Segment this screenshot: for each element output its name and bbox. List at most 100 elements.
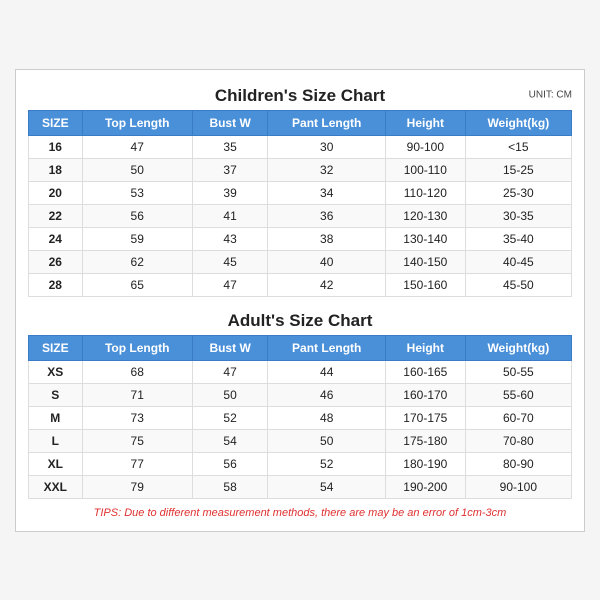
table-cell: 75 — [82, 429, 192, 452]
tips-text: TIPS: Due to different measurement metho… — [28, 507, 572, 519]
col-pant-length: Pant Length — [268, 110, 386, 135]
adult-col-top-length: Top Length — [82, 335, 192, 360]
table-cell: 24 — [29, 227, 83, 250]
adult-col-weight: Weight(kg) — [465, 335, 571, 360]
table-cell: 25-30 — [465, 181, 571, 204]
table-cell: 20 — [29, 181, 83, 204]
table-cell: 79 — [82, 475, 192, 498]
table-cell: L — [29, 429, 83, 452]
children-header-row: SIZE Top Length Bust W Pant Length Heigh… — [29, 110, 572, 135]
table-cell: 130-140 — [386, 227, 466, 250]
table-cell: XXL — [29, 475, 83, 498]
table-cell: 45-50 — [465, 273, 571, 296]
table-row: 28654742150-16045-50 — [29, 273, 572, 296]
table-cell: 47 — [192, 360, 268, 383]
table-row: 18503732100-11015-25 — [29, 158, 572, 181]
table-cell: 44 — [268, 360, 386, 383]
table-cell: 26 — [29, 250, 83, 273]
table-cell: 150-160 — [386, 273, 466, 296]
table-cell: 54 — [268, 475, 386, 498]
table-row: 24594338130-14035-40 — [29, 227, 572, 250]
table-cell: 35 — [192, 135, 268, 158]
table-cell: 160-170 — [386, 383, 466, 406]
table-cell: 18 — [29, 158, 83, 181]
adult-header-row: SIZE Top Length Bust W Pant Length Heigh… — [29, 335, 572, 360]
table-cell: 100-110 — [386, 158, 466, 181]
table-cell: 43 — [192, 227, 268, 250]
adult-body: XS684744160-16550-55S715046160-17055-60M… — [29, 360, 572, 498]
col-size: SIZE — [29, 110, 83, 135]
table-row: 22564136120-13030-35 — [29, 204, 572, 227]
table-cell: 28 — [29, 273, 83, 296]
table-cell: 40 — [268, 250, 386, 273]
table-cell: 50 — [82, 158, 192, 181]
children-body: 1647353090-100<1518503732100-11015-25205… — [29, 135, 572, 296]
table-cell: 160-165 — [386, 360, 466, 383]
table-cell: 59 — [82, 227, 192, 250]
table-row: XL775652180-19080-90 — [29, 452, 572, 475]
table-cell: 52 — [192, 406, 268, 429]
table-cell: 170-175 — [386, 406, 466, 429]
children-title: Children's Size Chart UNIT: CM — [28, 80, 572, 110]
table-cell: 50 — [192, 383, 268, 406]
table-cell: 30-35 — [465, 204, 571, 227]
table-cell: 39 — [192, 181, 268, 204]
table-cell: XS — [29, 360, 83, 383]
table-cell: 46 — [268, 383, 386, 406]
table-row: M735248170-17560-70 — [29, 406, 572, 429]
table-cell: 53 — [82, 181, 192, 204]
adult-col-size: SIZE — [29, 335, 83, 360]
table-cell: M — [29, 406, 83, 429]
table-cell: 47 — [82, 135, 192, 158]
table-cell: 16 — [29, 135, 83, 158]
table-cell: 175-180 — [386, 429, 466, 452]
table-cell: 45 — [192, 250, 268, 273]
table-cell: 47 — [192, 273, 268, 296]
table-cell: 56 — [192, 452, 268, 475]
table-cell: 180-190 — [386, 452, 466, 475]
table-cell: 73 — [82, 406, 192, 429]
children-table: SIZE Top Length Bust W Pant Length Heigh… — [28, 110, 572, 297]
table-row: 1647353090-100<15 — [29, 135, 572, 158]
table-cell: 90-100 — [386, 135, 466, 158]
table-cell: 70-80 — [465, 429, 571, 452]
adult-col-bust-w: Bust W — [192, 335, 268, 360]
table-cell: 140-150 — [386, 250, 466, 273]
table-cell: 55-60 — [465, 383, 571, 406]
table-cell: 22 — [29, 204, 83, 227]
table-cell: 35-40 — [465, 227, 571, 250]
table-cell: 190-200 — [386, 475, 466, 498]
table-cell: 90-100 — [465, 475, 571, 498]
table-cell: 34 — [268, 181, 386, 204]
table-cell: XL — [29, 452, 83, 475]
table-cell: 65 — [82, 273, 192, 296]
table-cell: 56 — [82, 204, 192, 227]
table-row: XS684744160-16550-55 — [29, 360, 572, 383]
table-cell: 68 — [82, 360, 192, 383]
table-cell: 38 — [268, 227, 386, 250]
table-cell: 41 — [192, 204, 268, 227]
table-cell: 120-130 — [386, 204, 466, 227]
table-cell: 58 — [192, 475, 268, 498]
table-cell: <15 — [465, 135, 571, 158]
adult-table: SIZE Top Length Bust W Pant Length Heigh… — [28, 335, 572, 499]
table-cell: 50 — [268, 429, 386, 452]
table-cell: 40-45 — [465, 250, 571, 273]
adult-col-pant-length: Pant Length — [268, 335, 386, 360]
col-top-length: Top Length — [82, 110, 192, 135]
table-cell: 80-90 — [465, 452, 571, 475]
col-weight: Weight(kg) — [465, 110, 571, 135]
table-cell: 52 — [268, 452, 386, 475]
table-cell: 32 — [268, 158, 386, 181]
adult-col-height: Height — [386, 335, 466, 360]
table-cell: 54 — [192, 429, 268, 452]
table-cell: 42 — [268, 273, 386, 296]
col-bust-w: Bust W — [192, 110, 268, 135]
table-cell: 37 — [192, 158, 268, 181]
unit-label: UNIT: CM — [529, 89, 572, 100]
table-row: 20533934110-12025-30 — [29, 181, 572, 204]
table-row: XXL795854190-20090-100 — [29, 475, 572, 498]
table-row: 26624540140-15040-45 — [29, 250, 572, 273]
table-row: S715046160-17055-60 — [29, 383, 572, 406]
table-cell: 110-120 — [386, 181, 466, 204]
